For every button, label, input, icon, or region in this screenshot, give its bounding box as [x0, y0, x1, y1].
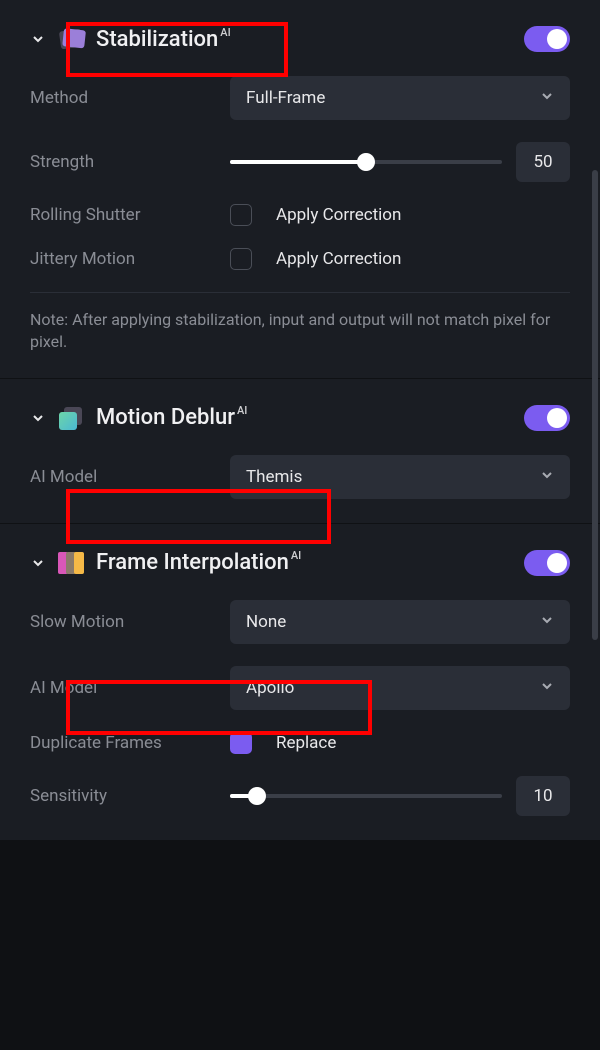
- chevron-down-icon: [540, 88, 554, 108]
- ai-badge: AI: [220, 26, 230, 39]
- jittery-motion-check-label: Apply Correction: [276, 249, 401, 269]
- chevron-down-icon[interactable]: [30, 410, 46, 426]
- duplicate-frames-checkbox[interactable]: [230, 732, 252, 754]
- sensitivity-value[interactable]: 10: [516, 776, 570, 816]
- divider: [30, 292, 570, 293]
- frame-interpolation-section: Frame InterpolationAI Slow Motion None A…: [0, 524, 600, 840]
- scrollbar[interactable]: [592, 170, 598, 640]
- chevron-down-icon[interactable]: [30, 555, 46, 571]
- slow-motion-select[interactable]: None: [230, 600, 570, 644]
- frame-interpolation-title: Frame InterpolationAI: [96, 550, 301, 575]
- stabilization-title: StabilizationAI: [96, 27, 231, 52]
- jittery-motion-checkbox[interactable]: [230, 248, 252, 270]
- sensitivity-label: Sensitivity: [30, 786, 230, 806]
- stabilization-note: Note: After applying stabilization, inpu…: [30, 309, 570, 354]
- sensitivity-slider[interactable]: [230, 794, 502, 798]
- chevron-down-icon: [540, 612, 554, 632]
- chevron-down-icon: [540, 467, 554, 487]
- chevron-down-icon[interactable]: [30, 31, 46, 47]
- stabilization-icon: [56, 24, 86, 54]
- strength-label: Strength: [30, 152, 230, 172]
- deblur-ai-model-select[interactable]: Themis: [230, 455, 570, 499]
- rolling-shutter-check-label: Apply Correction: [276, 205, 401, 225]
- stabilization-section: StabilizationAI Method Full-Frame Streng…: [0, 0, 600, 379]
- chevron-down-icon: [540, 678, 554, 698]
- method-select[interactable]: Full-Frame: [230, 76, 570, 120]
- motion-deblur-section: Motion DeblurAI AI Model Themis: [0, 379, 600, 524]
- motion-deblur-title: Motion DeblurAI: [96, 405, 247, 430]
- frame-ai-model-select[interactable]: Apollo: [230, 666, 570, 710]
- strength-value[interactable]: 50: [516, 142, 570, 182]
- stabilization-toggle[interactable]: [524, 26, 570, 52]
- frame-interpolation-icon: [56, 548, 86, 578]
- rolling-shutter-checkbox[interactable]: [230, 204, 252, 226]
- strength-slider[interactable]: [230, 160, 502, 164]
- rolling-shutter-label: Rolling Shutter: [30, 205, 230, 225]
- frame-interpolation-toggle[interactable]: [524, 550, 570, 576]
- motion-deblur-toggle[interactable]: [524, 405, 570, 431]
- method-label: Method: [30, 88, 230, 108]
- ai-badge: AI: [237, 404, 247, 417]
- frame-ai-model-label: AI Model: [30, 678, 230, 698]
- duplicate-frames-label: Duplicate Frames: [30, 733, 230, 753]
- jittery-motion-label: Jittery Motion: [30, 249, 230, 269]
- ai-badge: AI: [291, 549, 301, 562]
- slow-motion-label: Slow Motion: [30, 612, 230, 632]
- duplicate-frames-check-label: Replace: [276, 733, 336, 753]
- deblur-ai-model-label: AI Model: [30, 467, 230, 487]
- motion-deblur-icon: [56, 403, 86, 433]
